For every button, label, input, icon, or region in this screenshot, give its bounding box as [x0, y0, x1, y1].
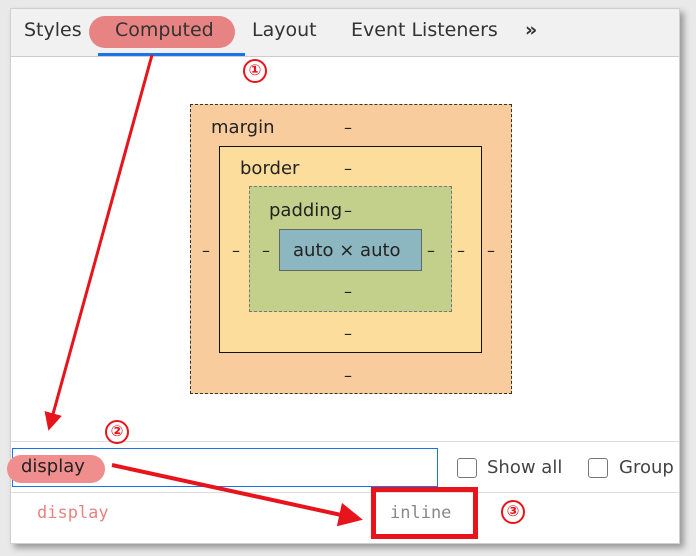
annotation-arrows — [44, 54, 363, 527]
arrow-2 — [111, 463, 363, 527]
arrow-1 — [44, 54, 154, 431]
